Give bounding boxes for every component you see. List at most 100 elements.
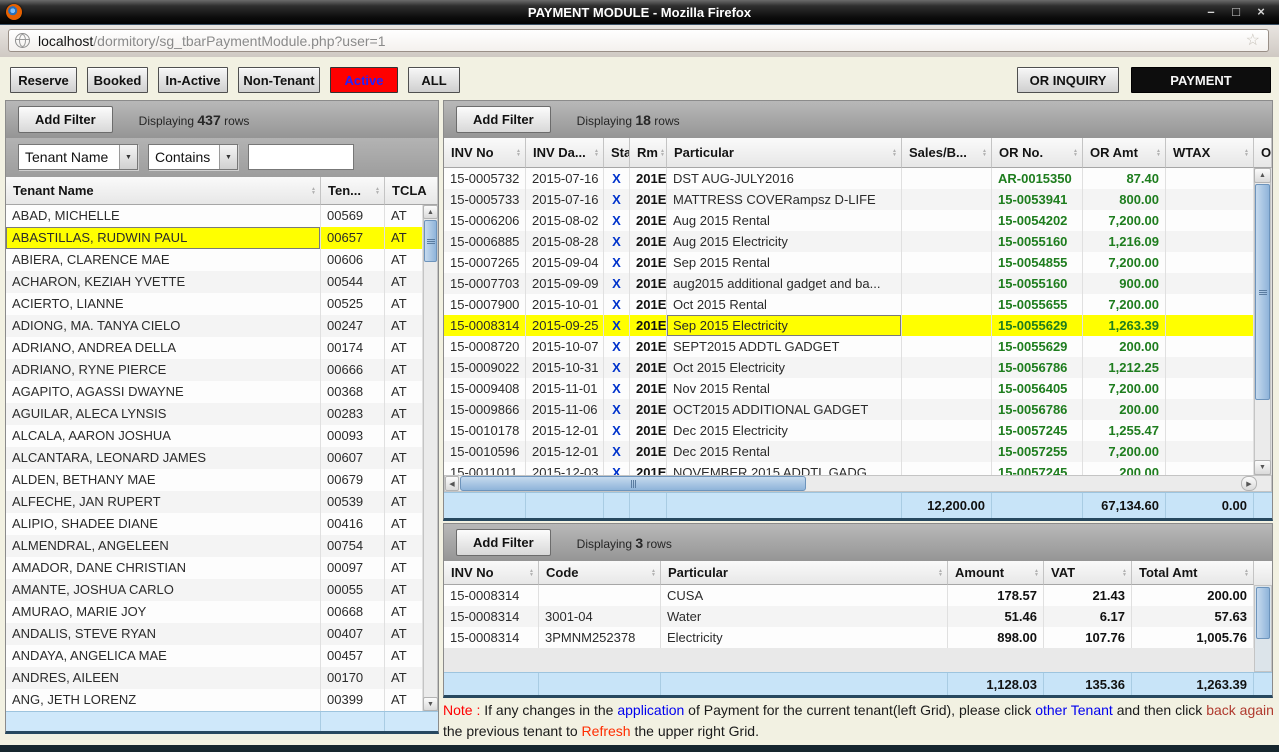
table-row[interactable]: ABAD, MICHELLE00569AT [6,205,423,227]
cell[interactable]: X [604,378,630,399]
cell[interactable]: 15-0054202 [992,210,1083,231]
column-header[interactable]: WTAX▲▼ [1166,138,1254,168]
cell[interactable]: AT [385,315,423,337]
cell[interactable]: X [604,273,630,294]
table-row[interactable]: 15-00062062015-08-02X201EAug 2015 Rental… [444,210,1272,231]
cell[interactable]: 2015-09-04 [526,252,604,273]
minimize-button[interactable]: – [1203,2,1219,22]
cell[interactable] [539,585,661,606]
table-row[interactable]: 15-00068852015-08-28X201EAug 2015 Electr… [444,231,1272,252]
table-row[interactable]: 15-00079002015-10-01X201EOct 2015 Rental… [444,294,1272,315]
cell[interactable]: 00170 [321,667,385,689]
maximize-button[interactable]: □ [1228,2,1244,22]
cell[interactable]: X [604,462,630,475]
payment-button[interactable]: PAYMENT [1131,67,1271,93]
table-row[interactable]: 15-00094082015-11-01X201ENov 2015 Rental… [444,378,1272,399]
cell[interactable]: ADIONG, MA. TANYA CIELO [6,315,321,337]
column-header[interactable]: Code▲▼ [539,561,661,585]
cell[interactable]: 2015-09-25 [526,315,604,336]
cell[interactable]: X [604,441,630,462]
cell[interactable] [1166,315,1254,336]
column-header[interactable]: OR Amt▲▼ [1083,138,1166,168]
cell[interactable]: 201E [630,252,667,273]
in-active-button[interactable]: In-Active [158,67,228,93]
cell[interactable]: AT [385,337,423,359]
cell[interactable]: 2015-11-01 [526,378,604,399]
cell[interactable]: AT [385,645,423,667]
scroll-down-arrow[interactable]: ▼ [1254,460,1271,475]
cell[interactable]: 201E [630,462,667,475]
vertical-scrollbar[interactable] [1254,585,1272,672]
cell[interactable]: DST AUG-JULY2016 [667,168,902,189]
cell[interactable]: 00666 [321,359,385,381]
cell[interactable] [902,252,992,273]
cell[interactable]: ABAD, MICHELLE [6,205,321,227]
cell[interactable]: 900.00 [1083,273,1166,294]
cell[interactable]: 898.00 [948,627,1044,648]
cell[interactable]: 201E [630,420,667,441]
cell[interactable]: 1,216.09 [1083,231,1166,252]
add-filter-button[interactable]: Add Filter [456,106,551,133]
cell[interactable]: 00247 [321,315,385,337]
table-row[interactable]: AGAPITO, AGASSI DWAYNE00368AT [6,381,423,403]
filter-field-select[interactable]: Tenant Name ▼ [18,144,138,170]
table-row[interactable]: AMANTE, JOSHUA CARLO00055AT [6,579,423,601]
table-row[interactable]: ACIERTO, LIANNE00525AT [6,293,423,315]
cell[interactable]: 201E [630,315,667,336]
cell[interactable]: ALIPIO, SHADEE DIANE [6,513,321,535]
cell[interactable]: AMURAO, MARIE JOY [6,601,321,623]
cell[interactable]: 15-0006885 [444,231,526,252]
cell[interactable]: 15-0005733 [444,189,526,210]
cell[interactable]: 201E [630,273,667,294]
cell[interactable]: 51.46 [948,606,1044,627]
cell[interactable]: 15-0057255 [992,441,1083,462]
cell[interactable]: ALCANTARA, LEONARD JAMES [6,447,321,469]
cell[interactable]: X [604,210,630,231]
column-header[interactable]: INV No▲▼ [444,561,539,585]
cell[interactable]: 201E [630,294,667,315]
cell[interactable]: 15-0055629 [992,336,1083,357]
column-header[interactable]: Amount▲▼ [948,561,1044,585]
table-row[interactable]: ACHARON, KEZIAH YVETTE00544AT [6,271,423,293]
cell[interactable]: 200.00 [1083,399,1166,420]
table-row[interactable]: 15-00083143PMNM252378Electricity898.0010… [444,627,1254,648]
cell[interactable]: 2015-12-01 [526,441,604,462]
cell[interactable]: AT [385,227,423,249]
cell[interactable] [1166,168,1254,189]
cell[interactable]: 15-0054855 [992,252,1083,273]
column-header[interactable]: INV No▲▼ [444,138,526,168]
cell[interactable]: 15-0009866 [444,399,526,420]
cell[interactable] [902,294,992,315]
cell[interactable]: X [604,357,630,378]
cell[interactable]: 00607 [321,447,385,469]
cell[interactable] [1166,420,1254,441]
table-row[interactable]: 15-00101782015-12-01X201EDec 2015 Electr… [444,420,1272,441]
cell[interactable]: 7,200.00 [1083,252,1166,273]
table-row[interactable]: ABASTILLAS, RUDWIN PAUL00657AT [6,227,423,249]
cell[interactable]: X [604,315,630,336]
cell[interactable] [902,399,992,420]
cell[interactable]: 00283 [321,403,385,425]
filter-operator-select[interactable]: Contains ▼ [148,144,238,170]
cell[interactable]: 2015-10-01 [526,294,604,315]
cell[interactable]: X [604,168,630,189]
cell[interactable]: 00754 [321,535,385,557]
cell[interactable]: 3001-04 [539,606,661,627]
table-row[interactable]: ANDAYA, ANGELICA MAE00457AT [6,645,423,667]
cell[interactable]: 00407 [321,623,385,645]
cell[interactable]: 00457 [321,645,385,667]
cell[interactable]: Aug 2015 Electricity [667,231,902,252]
cell[interactable]: Sep 2015 Electricity [667,315,902,336]
cell[interactable]: ABASTILLAS, RUDWIN PAUL [6,227,321,249]
column-header[interactable]: TCLA [385,177,438,205]
cell[interactable]: 00544 [321,271,385,293]
table-row[interactable]: ALFECHE, JAN RUPERT00539AT [6,491,423,513]
cell[interactable]: 2015-10-31 [526,357,604,378]
reserve-button[interactable]: Reserve [10,67,77,93]
column-header[interactable]: Rm▲▼ [630,138,667,168]
cell[interactable]: 2015-12-03 [526,462,604,475]
cell[interactable]: ADRIANO, RYNE PIERCE [6,359,321,381]
table-row[interactable]: 15-00077032015-09-09X201Eaug2015 additio… [444,273,1272,294]
column-header[interactable]: Sta [604,138,630,168]
cell[interactable]: 107.76 [1044,627,1132,648]
